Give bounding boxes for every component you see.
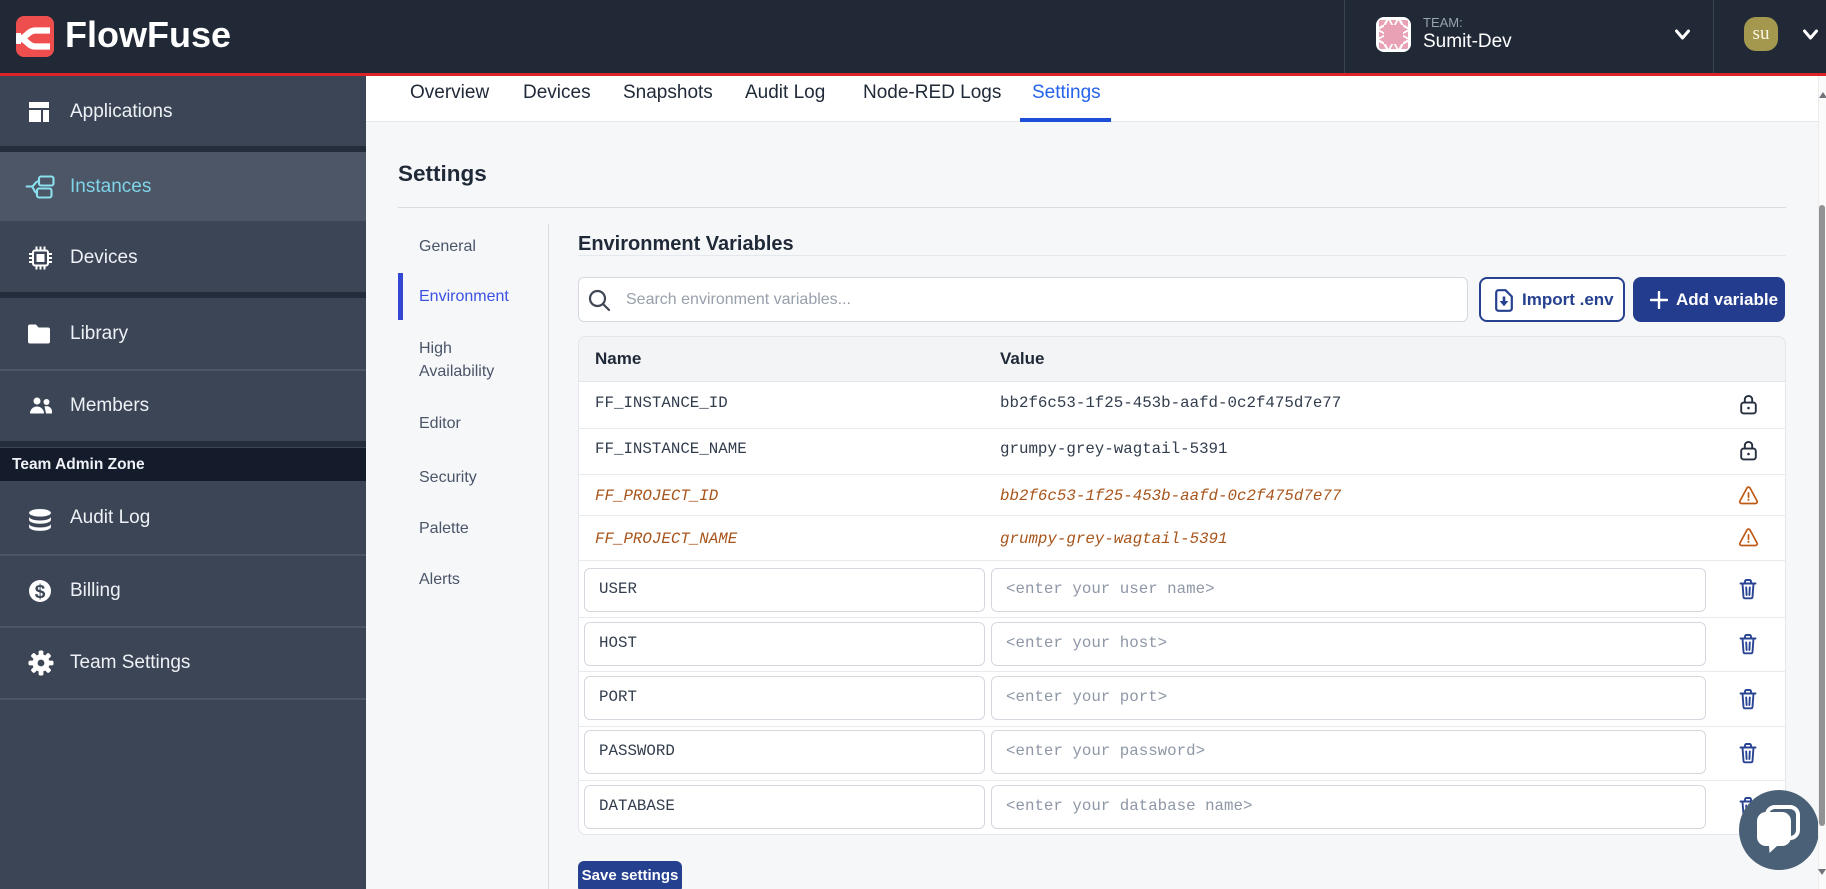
- svg-text:$: $: [35, 582, 46, 603]
